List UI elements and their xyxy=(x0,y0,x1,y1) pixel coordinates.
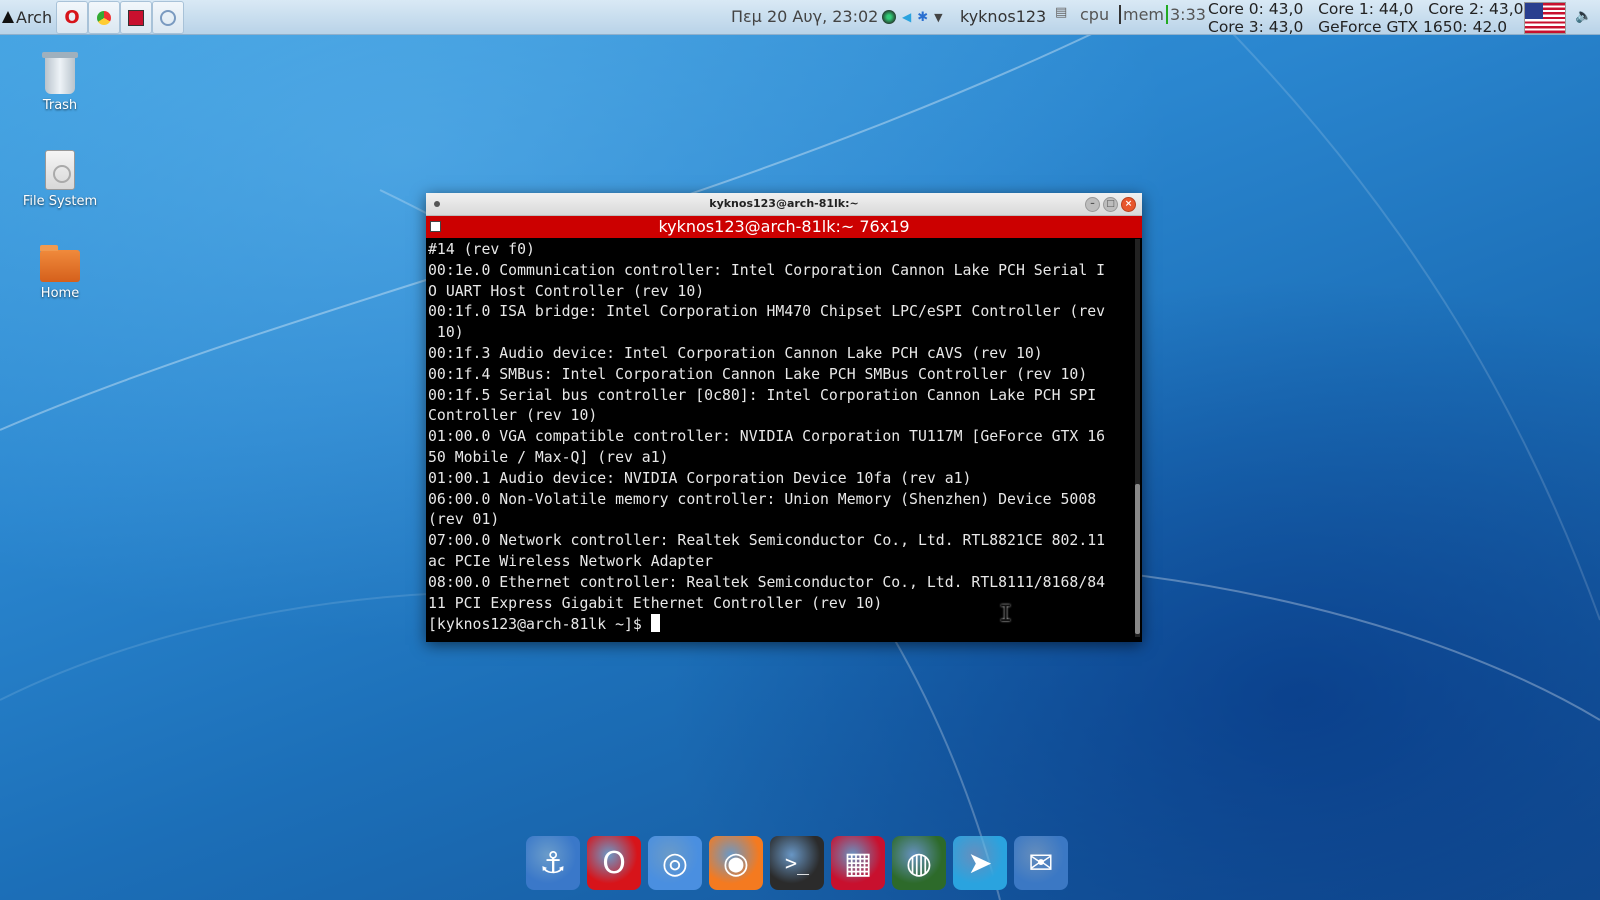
firefox-icon: ◉ xyxy=(722,845,750,881)
dock: ⚓ O ◎ ◉ >_ ▦ ◍ ➤ ✉ xyxy=(526,836,1068,892)
arch-logo-icon xyxy=(2,11,14,23)
dock-item-opera[interactable]: O xyxy=(587,836,641,890)
terminal-prompt-line[interactable]: [kyknos123@arch-81lk ~]$ xyxy=(428,614,1132,636)
terminal-tab-title: kyknos123@arch-81lk:~ 76x19 xyxy=(658,217,910,236)
telegram-tray-icon[interactable]: ◀ xyxy=(902,10,911,24)
desktop-icon-trash[interactable]: Trash xyxy=(10,52,110,113)
telegram-launcher[interactable] xyxy=(152,1,184,34)
terminal-line: 01:00.1 Audio device: NVIDIA Corporation… xyxy=(428,469,972,487)
uptime-label: 3:33 xyxy=(1166,5,1206,24)
text-cursor-pointer: I xyxy=(999,602,1013,627)
desktop-icon-label: Home xyxy=(40,286,80,301)
chrome-launcher[interactable] xyxy=(88,1,120,34)
terminal-line: 10) xyxy=(428,324,464,342)
terminal-line: 07:00.0 Network controller: Realtek Semi… xyxy=(428,532,1106,550)
terminal-line: 00:1f.3 Audio device: Intel Corporation … xyxy=(428,344,1043,362)
terminal-line: #14 (rev f0) xyxy=(428,241,535,258)
dock-item-globe[interactable]: ◍ xyxy=(892,836,946,890)
dock-item-red-window[interactable]: ▦ xyxy=(831,836,885,890)
dock-item-chrome[interactable]: ◎ xyxy=(648,836,702,890)
telegram-icon: ➤ xyxy=(967,845,993,881)
minimize-button[interactable]: – xyxy=(1085,197,1100,212)
cpu-graph-label[interactable]: cpu xyxy=(1080,5,1109,24)
telegram-icon xyxy=(160,9,176,26)
folder-icon xyxy=(40,245,80,282)
window-titlebar[interactable]: kyknos123@arch-81lk:~ – □ × xyxy=(426,193,1142,216)
terminal-line: 01:00.0 VGA compatible controller: NVIDI… xyxy=(428,428,1106,446)
red-app-launcher[interactable] xyxy=(120,1,152,34)
terminal-menu-icon[interactable] xyxy=(430,221,441,232)
trash-icon xyxy=(42,52,78,94)
dock-item-firefox[interactable]: ◉ xyxy=(709,836,763,890)
window-menu-icon[interactable] xyxy=(434,201,440,207)
terminal-line: O UART Host Controller (rev 10) xyxy=(428,282,705,300)
system-tray: ◀ ✱ ▼ xyxy=(878,3,962,31)
top-panel: Arch O Πεμ 20 Αυγ, 23:02 ◀ ✱ ▼ kyknos123… xyxy=(0,0,1600,36)
terminal-window[interactable]: kyknos123@arch-81lk:~ – □ × kyknos123@ar… xyxy=(426,193,1142,642)
terminal-line: 06:00.0 Non-Volatile memory controller: … xyxy=(428,490,1097,508)
terminal-line: 00:1f.4 SMBus: Intel Corporation Cannon … xyxy=(428,365,1088,383)
terminal-line: (rev 01) xyxy=(428,511,500,529)
globe-icon: ◍ xyxy=(905,845,933,881)
globe-tray-icon[interactable] xyxy=(882,10,896,24)
terminal-line: Controller (rev 10) xyxy=(428,407,598,425)
drive-icon xyxy=(45,150,75,190)
volume-icon[interactable]: 🔈 xyxy=(1575,8,1592,24)
terminal-tab-bar: kyknos123@arch-81lk:~ 76x19 xyxy=(426,216,1142,238)
desktop-icon-home[interactable]: Home xyxy=(10,245,110,301)
applications-menu-button[interactable]: Arch xyxy=(2,5,52,29)
terminal-cursor xyxy=(650,614,660,633)
terminal-line: ac PCIe Wireless Network Adapter xyxy=(428,552,714,570)
desktop-icon-label: File System xyxy=(22,194,98,209)
sensor-line-1: Core 0: 43,0 Core 1: 44,0 Core 2: 43,0 xyxy=(1208,0,1524,18)
chrome-icon xyxy=(97,10,111,25)
sensor-line-2: Core 3: 43,0 GeForce GTX 1650: 42.0 xyxy=(1208,18,1508,36)
clock[interactable]: Πεμ 20 Αυγ, 23:02 xyxy=(731,7,878,26)
terminal-output[interactable]: #14 (rev f0) 00:1e.0 Communication contro… xyxy=(426,238,1142,636)
red-window-icon: ▦ xyxy=(843,845,873,881)
dock-item-mail[interactable]: ✉ xyxy=(1014,836,1068,890)
keyboard-layout-flag-icon[interactable] xyxy=(1524,2,1566,34)
network-icon[interactable]: ▼ xyxy=(934,11,942,24)
dock-item-anchor[interactable]: ⚓ xyxy=(526,836,580,890)
mail-icon: ✉ xyxy=(1028,845,1054,881)
applications-menu-label: Arch xyxy=(16,7,53,27)
terminal-line: 50 Mobile / Max-Q] (rev a1) xyxy=(428,448,669,466)
opera-launcher[interactable]: O xyxy=(56,1,88,34)
terminal-line: 00:1e.0 Communication controller: Intel … xyxy=(428,261,1106,279)
close-button[interactable]: × xyxy=(1121,197,1136,212)
window-title: kyknos123@arch-81lk:~ xyxy=(709,197,859,210)
chrome-icon: ◎ xyxy=(661,845,689,881)
desktop-icon-label: Trash xyxy=(42,98,78,113)
clipboard-icon[interactable]: ▤ xyxy=(1055,5,1067,20)
sensor-readings: Core 0: 43,0 Core 1: 44,0 Core 2: 43,0 C… xyxy=(1208,0,1524,36)
dock-item-terminal[interactable]: >_ xyxy=(770,836,824,890)
terminal-line: 00:1f.5 Serial bus controller [0c80]: In… xyxy=(428,386,1097,404)
terminal-scrollbar[interactable] xyxy=(1135,239,1140,637)
user-name[interactable]: kyknos123 xyxy=(960,7,1046,26)
terminal-prompt: [kyknos123@arch-81lk ~]$ xyxy=(428,616,651,634)
terminal-line: 08:00.0 Ethernet controller: Realtek Sem… xyxy=(428,573,1106,591)
dock-item-telegram[interactable]: ➤ xyxy=(953,836,1007,890)
terminal-line: 00:1f.0 ISA bridge: Intel Corporation HM… xyxy=(428,303,1106,321)
terminal-line: 11 PCI Express Gigabit Ethernet Controll… xyxy=(428,594,883,612)
desktop-icon-file-system[interactable]: File System xyxy=(10,150,110,209)
anchor-icon: ⚓ xyxy=(539,845,567,881)
mem-graph-label[interactable]: mem xyxy=(1119,5,1164,24)
opera-icon: O xyxy=(602,845,626,881)
bluetooth-icon[interactable]: ✱ xyxy=(917,10,928,25)
red-window-icon xyxy=(128,9,144,26)
maximize-button[interactable]: □ xyxy=(1103,197,1118,212)
opera-icon: O xyxy=(64,7,80,28)
terminal-icon: >_ xyxy=(784,851,810,875)
